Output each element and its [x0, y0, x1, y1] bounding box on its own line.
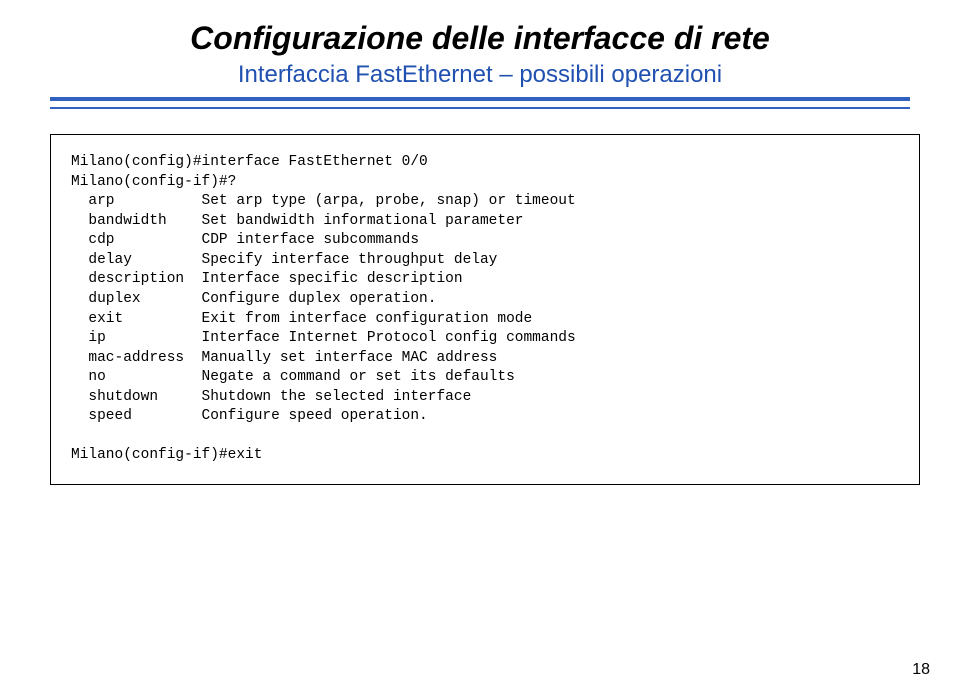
slide-subtitle: Interfaccia FastEthernet – possibili ope…	[50, 61, 910, 89]
slide-title: Configurazione delle interfacce di rete	[50, 20, 910, 57]
page-number: 18	[912, 661, 930, 679]
code-block: Milano(config)#interface FastEthernet 0/…	[50, 134, 920, 485]
divider-line	[50, 97, 910, 109]
